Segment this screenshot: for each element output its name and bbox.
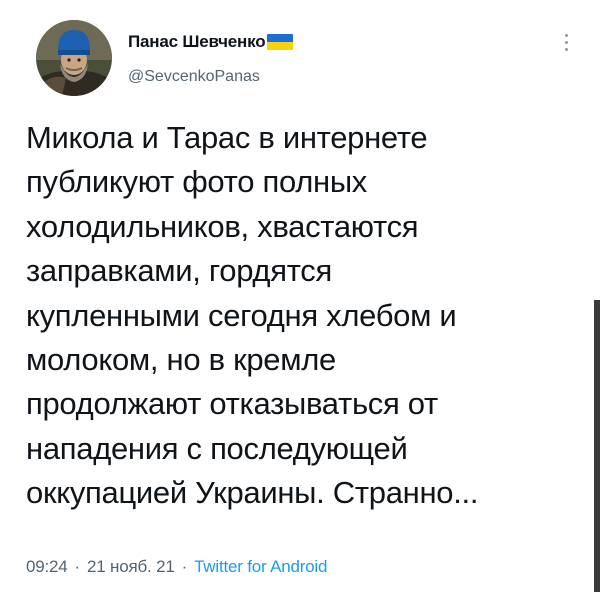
tweet-text-line: публикуют фото полных <box>26 164 367 200</box>
more-vertical-icon[interactable] <box>556 28 576 56</box>
ukraine-flag-icon <box>267 34 294 50</box>
scrollbar[interactable] <box>594 300 600 592</box>
tweet-text: Микола и Тарас в интернете публикуют фот… <box>26 116 586 516</box>
tweet-meta: 09:24 · 21 нояб. 21 · Twitter for Android <box>26 557 327 577</box>
more-dot <box>564 47 568 51</box>
tweet-text-line: оккупацией Украины. Странно... <box>26 475 479 511</box>
author-avatar[interactable] <box>36 20 112 96</box>
author-display-name[interactable]: Панас Шевченко <box>128 32 266 52</box>
tweet-text-line: продолжают отказываться от <box>26 386 438 422</box>
tweet-text-line: заправками, гордятся <box>26 253 332 289</box>
tweet-text-line: Микола и Тарас в интернете <box>26 120 428 155</box>
tweet-card: Панас Шевченко @SevcenkoPanas Микола и Т… <box>0 0 600 592</box>
tweet-text-line: холодильников, хвастаются <box>26 208 419 244</box>
flag-top-stripe <box>267 34 294 42</box>
meta-separator: · <box>181 557 188 576</box>
author-handle[interactable]: @SevcenkoPanas <box>128 68 260 86</box>
tweet-time[interactable]: 09:24 <box>26 557 68 576</box>
meta-separator: · <box>74 557 81 576</box>
portrait-avatar-icon <box>36 20 112 96</box>
tweet-text-line: нападения с последующей <box>26 430 408 466</box>
author-name-row: Панас Шевченко <box>128 30 294 54</box>
more-dot <box>564 40 568 44</box>
tweet-source-link[interactable]: Twitter for Android <box>194 557 327 576</box>
tweet-date[interactable]: 21 нояб. 21 <box>87 557 175 576</box>
tweet-text-line: купленными сегодня хлебом и <box>26 297 457 333</box>
tweet-text-line: молоком, но в кремле <box>26 342 336 378</box>
more-dot <box>564 33 568 37</box>
flag-bottom-stripe <box>267 42 294 50</box>
